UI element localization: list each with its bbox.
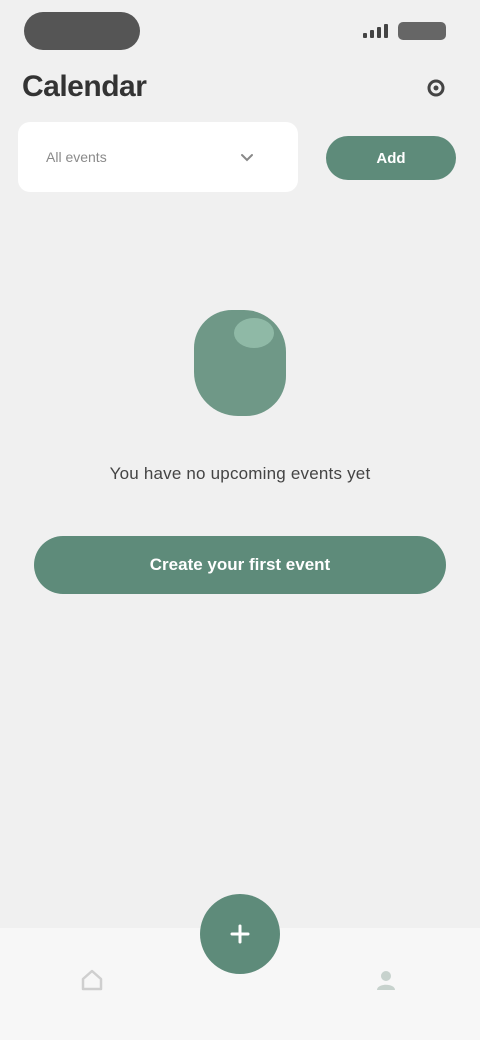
profile-icon <box>377 971 395 990</box>
chevron-down-icon <box>241 154 253 162</box>
header: Calendar <box>22 70 458 110</box>
settings-button[interactable] <box>422 74 450 102</box>
calendar-icon <box>190 300 290 416</box>
signal-icon <box>363 24 388 38</box>
app-screen: Calendar All events Add You have no upco… <box>0 0 480 1040</box>
status-bar <box>0 0 480 64</box>
status-time-pill <box>24 12 140 50</box>
home-icon <box>81 969 103 991</box>
empty-state: You have no upcoming events yet Create y… <box>0 300 480 594</box>
add-button[interactable]: Add <box>326 136 456 180</box>
create-event-button[interactable]: Create your first event <box>34 536 446 594</box>
battery-icon <box>398 22 446 40</box>
plus-icon <box>230 924 250 944</box>
bottom-nav <box>0 894 480 1040</box>
empty-message: You have no upcoming events yet <box>109 464 371 483</box>
gear-icon <box>427 79 445 97</box>
event-filter-select[interactable]: All events <box>18 122 298 192</box>
filter-row: All events Add <box>18 122 462 192</box>
nav-profile[interactable] <box>366 960 406 1000</box>
select-value: All events <box>46 149 107 165</box>
page-title: Calendar <box>22 70 147 103</box>
status-icons <box>363 22 446 40</box>
nav-home[interactable] <box>72 960 112 1000</box>
add-event-fab[interactable] <box>200 894 280 974</box>
